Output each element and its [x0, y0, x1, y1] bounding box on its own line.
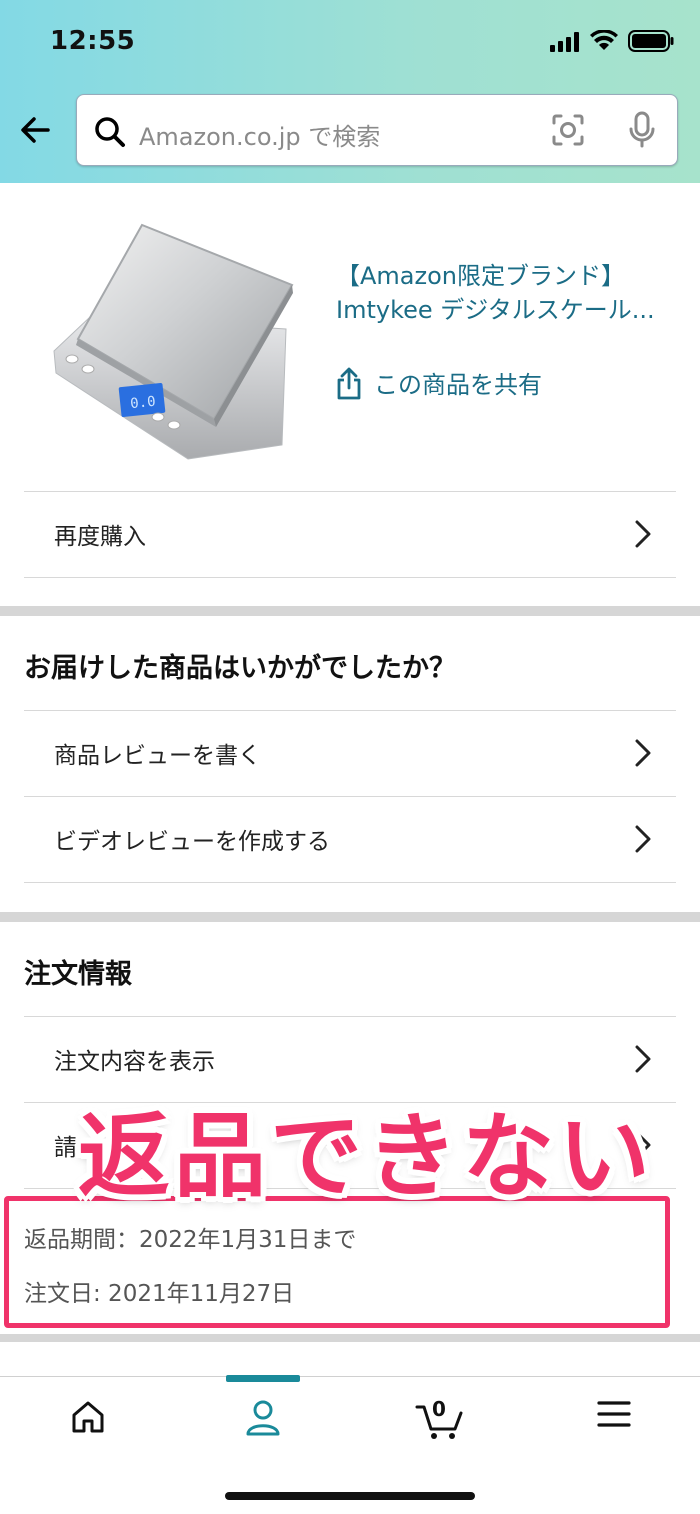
status-icons [550, 30, 674, 52]
share-label: この商品を共有 [374, 371, 542, 399]
rebuy-label: 再度購入 [54, 524, 146, 550]
tab-account[interactable] [233, 1399, 293, 1459]
account-icon [246, 1400, 280, 1436]
annotation-overlay-text: 返品できない [78, 1103, 655, 1210]
home-indicator [225, 1492, 475, 1500]
section-separator [0, 1334, 700, 1342]
search-input[interactable]: Amazon.co.jp で検索 [139, 117, 380, 152]
write-review-row[interactable]: 商品レビューを書く [24, 710, 676, 796]
tab-home[interactable] [58, 1399, 118, 1459]
rebuy-row[interactable]: 再度購入 [24, 491, 676, 577]
divider [24, 882, 676, 883]
review-section-heading: お届けした商品はいかがでしたか？ [24, 653, 456, 684]
invoice-label: 請 [54, 1135, 77, 1161]
view-order-label: 注文内容を表示 [54, 1049, 215, 1075]
camera-search-icon[interactable] [551, 113, 585, 147]
product-image[interactable]: 0.0 [50, 223, 294, 463]
chevron-right-icon [635, 1045, 651, 1073]
product-title-link[interactable]: 【Amazon限定ブランド】Imtykee デジタルスケール... [336, 259, 656, 327]
video-review-label: ビデオレビューを作成する [54, 829, 330, 855]
chevron-right-icon [635, 520, 651, 548]
section-separator [0, 912, 700, 922]
status-time: 12:55 [50, 26, 136, 56]
video-review-row[interactable]: ビデオレビューを作成する [24, 796, 676, 882]
write-review-label: 商品レビューを書く [54, 743, 261, 769]
svg-text:0.0: 0.0 [130, 394, 157, 413]
section-separator [0, 606, 700, 616]
menu-icon [597, 1401, 631, 1427]
search-icon [95, 117, 125, 147]
tab-menu[interactable] [584, 1399, 644, 1459]
chevron-right-icon [635, 825, 651, 853]
share-product-link[interactable]: この商品を共有 [336, 365, 542, 400]
share-icon [337, 367, 361, 399]
battery-icon [628, 30, 674, 52]
chevron-right-icon [635, 739, 651, 767]
product-card: 0.0 【Amazon限定ブランド】Imtykee デジタルスケール... この… [0, 183, 700, 491]
active-tab-indicator [226, 1375, 300, 1382]
highlight-box [4, 1196, 670, 1328]
search-bar[interactable]: Amazon.co.jp で検索 [76, 94, 678, 166]
back-button[interactable] [18, 112, 58, 152]
wifi-icon [590, 30, 618, 50]
order-section-heading: 注文情報 [24, 959, 132, 990]
microphone-icon[interactable] [627, 111, 657, 149]
home-icon [72, 1401, 104, 1433]
back-arrow-icon [21, 117, 50, 143]
cart-count-badge: 0 [432, 1397, 446, 1421]
header-bar: 12:55 Amazon.co.jp で検索 [0, 0, 700, 183]
signal-icon [550, 32, 579, 52]
divider [24, 577, 676, 578]
